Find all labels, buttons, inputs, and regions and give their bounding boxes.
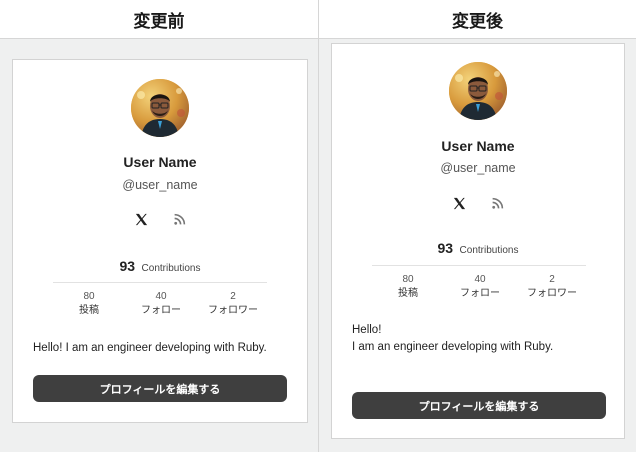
rss-icon[interactable] (487, 193, 507, 213)
after-column: 変更後 User Name @user_name 93 Contribution… (319, 0, 636, 452)
edit-profile-button[interactable]: プロフィールを編集する (33, 375, 287, 402)
before-heading: 変更前 (0, 0, 318, 39)
contributions-count: 93 (437, 240, 454, 256)
stat-value: 2 (549, 274, 555, 285)
stat-value: 80 (402, 274, 414, 285)
x-icon[interactable] (131, 209, 151, 229)
after-heading: 変更後 (319, 0, 636, 39)
profile-card: User Name @user_name 93 Contributions 80… (331, 43, 625, 439)
contributions-count: 93 (119, 258, 136, 274)
stat-label: 投稿 (398, 288, 418, 299)
divider (372, 265, 586, 266)
stat-followers[interactable]: 2 フォロワー (516, 273, 588, 301)
divider (53, 282, 267, 283)
profile-bio: Hello! I am an engineer developing with … (352, 322, 614, 356)
profile-name: User Name (441, 138, 515, 154)
contributions-label: Contributions (459, 245, 519, 256)
bio-line: Hello! (352, 324, 382, 336)
profile-handle: @user_name (122, 178, 198, 192)
edit-profile-button[interactable]: プロフィールを編集する (352, 392, 606, 419)
comparison-view: 変更前 User Name @user_name 93 Contribution… (0, 0, 636, 452)
stat-posts[interactable]: 80 投稿 (53, 290, 125, 318)
stat-posts[interactable]: 80 投稿 (372, 273, 444, 301)
contributions: 93 Contributions (332, 240, 624, 258)
avatar[interactable] (449, 62, 507, 120)
stat-following[interactable]: 40 フォロー (444, 273, 516, 301)
profile-name: User Name (123, 154, 197, 170)
stat-value: 40 (155, 291, 167, 302)
bio-line: I am an engineer developing with Ruby. (352, 341, 554, 353)
stats-row: 80 投稿 40 フォロー 2 フォロワー (332, 273, 624, 301)
stat-label: フォロワー (208, 305, 258, 316)
stat-followers[interactable]: 2 フォロワー (197, 290, 269, 318)
rss-icon[interactable] (169, 209, 189, 229)
contributions-label: Contributions (141, 263, 201, 274)
x-icon[interactable] (449, 193, 469, 213)
before-column: 変更前 User Name @user_name 93 Contribution… (0, 0, 319, 452)
stat-label: フォロー (141, 305, 181, 316)
stat-label: フォロー (460, 288, 500, 299)
profile-bio: Hello! I am an engineer developing with … (33, 342, 267, 354)
avatar[interactable] (131, 79, 189, 137)
stat-value: 40 (474, 274, 486, 285)
stats-row: 80 投稿 40 フォロー 2 フォロワー (13, 290, 307, 318)
stat-value: 2 (230, 291, 236, 302)
contributions: 93 Contributions (13, 258, 307, 276)
stat-following[interactable]: 40 フォロー (125, 290, 197, 318)
social-links (13, 209, 307, 229)
stat-label: 投稿 (79, 305, 99, 316)
profile-handle: @user_name (440, 161, 516, 175)
stat-label: フォロワー (527, 288, 577, 299)
stat-value: 80 (83, 291, 95, 302)
profile-card: User Name @user_name 93 Contributions 80… (12, 59, 308, 423)
social-links (332, 193, 624, 213)
